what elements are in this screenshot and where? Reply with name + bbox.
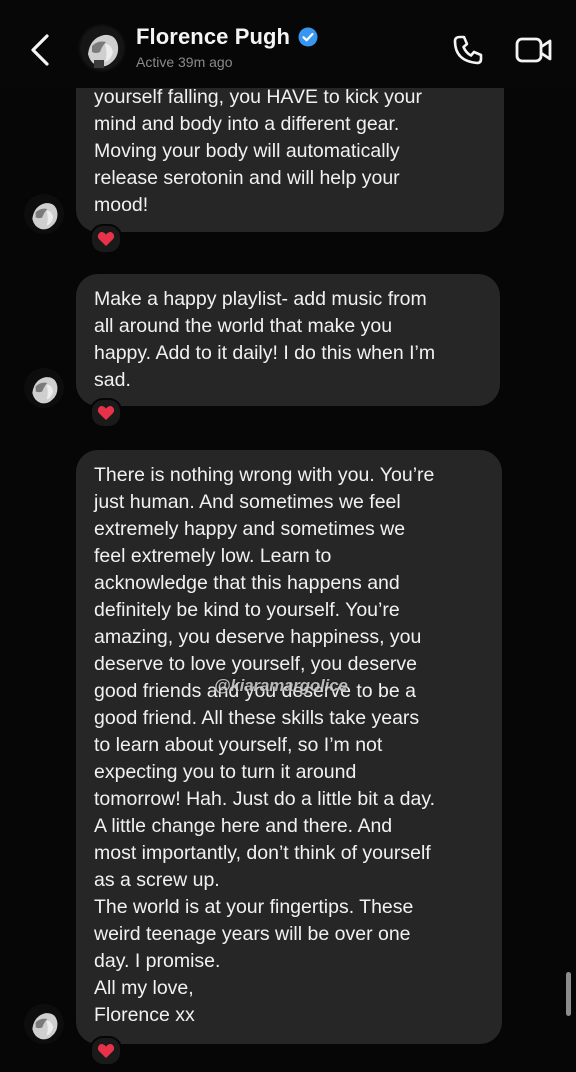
heart-icon bbox=[97, 1044, 115, 1058]
message-text: Make a happy playlist- add music from al… bbox=[94, 288, 436, 391]
sender-avatar[interactable] bbox=[24, 194, 64, 234]
video-camera-icon bbox=[515, 37, 552, 63]
phone-icon bbox=[453, 35, 483, 65]
heart-reaction[interactable] bbox=[90, 1036, 122, 1066]
heart-reaction[interactable] bbox=[90, 398, 122, 428]
avatar-image bbox=[78, 24, 126, 72]
heart-icon bbox=[97, 406, 115, 420]
avatar-image bbox=[24, 1004, 64, 1044]
contact-avatar[interactable] bbox=[78, 24, 126, 72]
contact-name: Florence Pugh bbox=[136, 24, 291, 49]
heart-reaction[interactable] bbox=[90, 224, 122, 254]
heart-icon bbox=[97, 232, 115, 246]
scrollbar[interactable] bbox=[566, 972, 571, 1016]
avatar-image bbox=[24, 368, 64, 408]
sender-avatar[interactable] bbox=[24, 368, 64, 408]
call-button[interactable] bbox=[448, 30, 488, 70]
sender-avatar[interactable] bbox=[24, 1004, 64, 1044]
contact-name-row[interactable]: Florence Pugh bbox=[136, 24, 318, 50]
message-text: yourself falling, you HAVE to kick your … bbox=[94, 86, 423, 216]
chat-header: Florence Pugh Active 39m ago bbox=[0, 0, 576, 88]
message-bubble[interactable]: There is nothing wrong with you. You’re … bbox=[76, 450, 502, 1044]
message-text: There is nothing wrong with you. You’re … bbox=[94, 464, 436, 1026]
chevron-left-icon bbox=[31, 34, 49, 66]
message-bubble[interactable]: Make a happy playlist- add music from al… bbox=[76, 274, 500, 406]
video-call-button[interactable] bbox=[512, 30, 556, 70]
avatar-image bbox=[24, 194, 64, 234]
chat-screen: Florence Pugh Active 39m ago yourself fa… bbox=[0, 0, 576, 1072]
back-button[interactable] bbox=[22, 30, 58, 70]
verified-badge-icon bbox=[298, 27, 318, 47]
active-status: Active 39m ago bbox=[136, 54, 233, 70]
